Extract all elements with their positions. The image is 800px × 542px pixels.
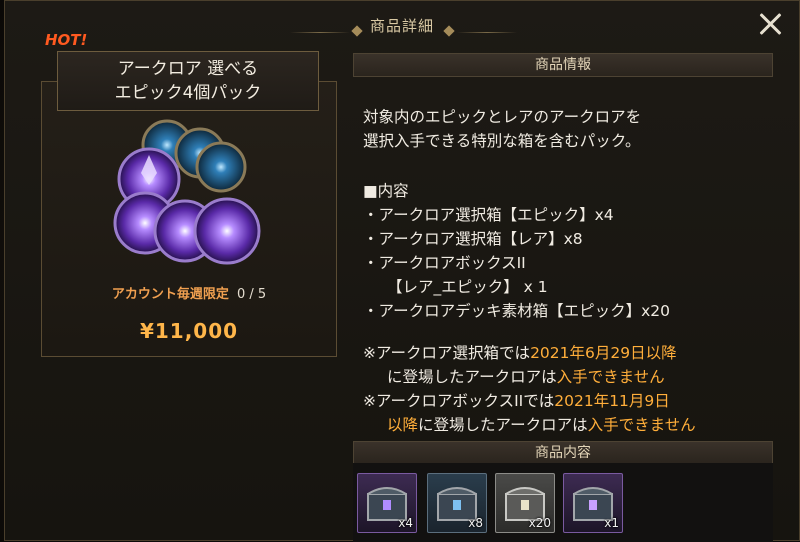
items-section-header: 商品内容 — [353, 441, 773, 465]
modal-title: 商品詳細 — [369, 17, 434, 35]
list-item: ・アークロア選択箱【レア】x8 — [363, 230, 583, 248]
note1-mid: に登場したアークロアは — [387, 368, 557, 386]
product-title-box: アークロア 選べる エピック4個パック — [57, 51, 319, 111]
desc-line: 選択入手できる特別な箱を含むパック。 — [363, 132, 641, 150]
product-name-line1: アークロア 選べる — [117, 59, 259, 79]
note1-prefix: ※アークロア選択箱では — [363, 344, 531, 362]
contents-list: ■内容 ・アークロア選択箱【エピック】x4 ・アークロア選択箱【レア】x8 ・ア… — [363, 179, 783, 323]
product-image — [105, 119, 285, 279]
item-qty: x20 — [528, 516, 551, 530]
note-line: 以降に登場したアークロアは入手できません — [363, 413, 783, 437]
arcane-orbs-icon — [113, 119, 261, 265]
limit-label: アカウント毎週限定 — [111, 287, 229, 302]
note-line: ※アークロア選択箱では2021年6月29日以降 — [363, 341, 783, 365]
item-qty: x1 — [604, 516, 619, 530]
desc-line: 対象内のエピックとレアのアークロアを — [363, 108, 642, 126]
note2-prefix: ※アークロアボックスIIでは — [363, 392, 555, 410]
note2-date: 2021年11月9日 — [554, 392, 670, 410]
product-name-line2: エピック4個パック — [114, 83, 262, 103]
price-button[interactable]: ¥11,000 — [41, 319, 337, 343]
purchase-limit: アカウント毎週限定 0 / 5 — [41, 283, 337, 302]
close-icon[interactable] — [757, 11, 783, 37]
note1-warn: 入手できません — [556, 368, 665, 386]
item-slot-material-chest[interactable]: x20 — [495, 473, 555, 533]
contents-title: ■内容 — [363, 182, 409, 200]
list-item: 【レア_エピック】 x 1 — [387, 278, 548, 296]
hot-badge: HOT! — [45, 31, 88, 49]
item-qty: x4 — [398, 516, 413, 530]
limit-count: 0 / 5 — [236, 287, 267, 302]
note-line: に登場したアークロアは入手できません — [363, 365, 783, 389]
note2-date-cont: 以降 — [387, 416, 419, 434]
item-slot-lore-box[interactable]: x1 — [563, 473, 623, 533]
list-item: ・アークロアボックスII — [363, 254, 526, 272]
note-line: ※アークロアボックスIIでは2021年11月9日 — [363, 389, 783, 413]
note2-mid: に登場したアークロアは — [418, 416, 588, 434]
note1-date: 2021年6月29日以降 — [530, 344, 677, 362]
info-section-header: 商品情報 — [353, 53, 773, 77]
notes: ※アークロア選択箱では2021年6月29日以降 に登場したアークロアは入手できま… — [363, 341, 783, 437]
list-item: ・アークロア選択箱【エピック】x4 — [363, 206, 614, 224]
list-item: ・アークロアデッキ素材箱【エピック】x20 — [363, 302, 670, 320]
item-slot-epic-chest[interactable]: x4 — [357, 473, 417, 533]
item-qty: x8 — [468, 516, 483, 530]
product-detail-modal: 商品詳細 HOT! アークロア 選べる エピック4個パック アカウント毎週限定 … — [4, 0, 800, 542]
note2-warn: 入手できません — [587, 416, 696, 434]
product-description: 対象内のエピックとレアのアークロアを 選択入手できる特別な箱を含むパック。 — [363, 105, 783, 153]
title-divider-right — [457, 32, 517, 33]
item-slot-rare-chest[interactable]: x8 — [427, 473, 487, 533]
